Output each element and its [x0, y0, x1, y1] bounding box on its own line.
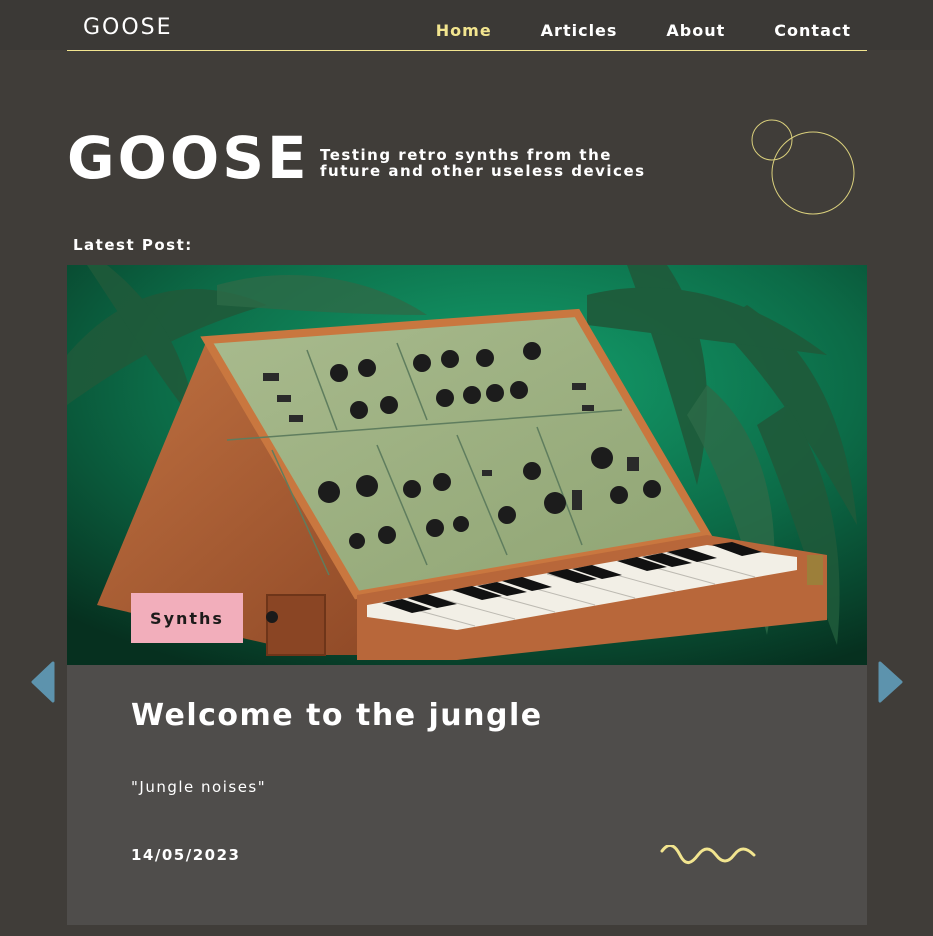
top-bar: GOOSE Home Articles About Contact: [0, 0, 933, 51]
nav-link-contact[interactable]: Contact: [774, 21, 851, 40]
page: GOOSE Home Articles About Contact GOOSE …: [0, 0, 933, 936]
nav-links: Home Articles About Contact: [387, 21, 851, 40]
nav-link-home[interactable]: Home: [436, 21, 492, 40]
nav-link-about[interactable]: About: [666, 21, 725, 40]
triangle-right-icon[interactable]: [878, 661, 904, 703]
latest-post-label: Latest Post:: [73, 236, 193, 254]
post-title[interactable]: Welcome to the jungle: [131, 698, 543, 733]
nav-link-articles[interactable]: Articles: [541, 21, 618, 40]
triangle-left-icon[interactable]: [31, 661, 55, 703]
circles-icon: [751, 119, 855, 215]
brand-logo[interactable]: GOOSE: [83, 15, 173, 40]
squiggle-icon: [660, 845, 756, 864]
category-tag[interactable]: Synths: [131, 593, 243, 643]
navbar: GOOSE Home Articles About Contact: [67, 0, 867, 51]
hero-title: GOOSE: [67, 124, 310, 192]
hero-tagline: Testing retro synths from the future and…: [320, 146, 646, 180]
post-excerpt: "Jungle noises": [131, 778, 267, 796]
post-date: 14/05/2023: [131, 846, 241, 864]
post-card-body: Welcome to the jungle "Jungle noises" 14…: [67, 665, 867, 925]
